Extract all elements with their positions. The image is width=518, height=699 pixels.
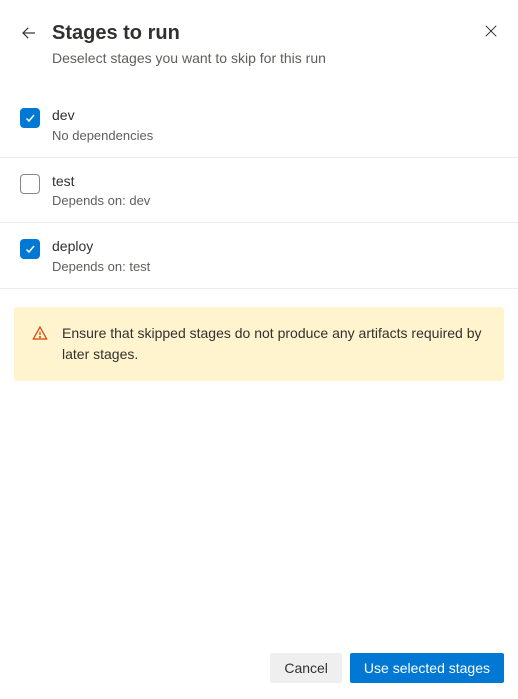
stage-info: deploy Depends on: test [52, 237, 150, 274]
stage-dependency-label: Depends on: test [52, 259, 150, 274]
warning-message: Ensure that skipped stages do not produc… [62, 323, 486, 365]
stage-row: deploy Depends on: test [0, 223, 518, 289]
stage-dependency-label: Depends on: dev [52, 193, 150, 208]
stage-checkbox-deploy[interactable] [20, 239, 40, 259]
dialog-header: Stages to run Deselect stages you want t… [0, 0, 518, 78]
stage-checkbox-dev[interactable] [20, 108, 40, 128]
checkmark-icon [24, 243, 36, 255]
stage-name: test [52, 172, 150, 192]
arrow-left-icon [20, 24, 38, 42]
stage-name: deploy [52, 237, 150, 257]
stage-name: dev [52, 106, 153, 126]
warning-icon [32, 325, 48, 346]
close-icon [482, 22, 500, 40]
checkmark-icon [24, 112, 36, 124]
stage-row: dev No dependencies [0, 92, 518, 158]
stage-dependency-label: No dependencies [52, 128, 153, 143]
back-button[interactable] [20, 24, 38, 47]
stage-info: dev No dependencies [52, 106, 153, 143]
stage-info: test Depends on: dev [52, 172, 150, 209]
use-selected-stages-button[interactable]: Use selected stages [350, 653, 504, 683]
dialog-subtitle: Deselect stages you want to skip for thi… [52, 50, 498, 66]
header-text: Stages to run Deselect stages you want t… [52, 20, 498, 66]
cancel-button[interactable]: Cancel [270, 653, 342, 683]
warning-banner: Ensure that skipped stages do not produc… [14, 307, 504, 381]
stages-list: dev No dependencies test Depends on: dev… [0, 92, 518, 289]
dialog-title: Stages to run [52, 20, 498, 46]
stage-checkbox-test[interactable] [20, 174, 40, 194]
stage-row: test Depends on: dev [0, 158, 518, 224]
close-button[interactable] [482, 22, 500, 45]
dialog-footer: Cancel Use selected stages [0, 641, 518, 699]
